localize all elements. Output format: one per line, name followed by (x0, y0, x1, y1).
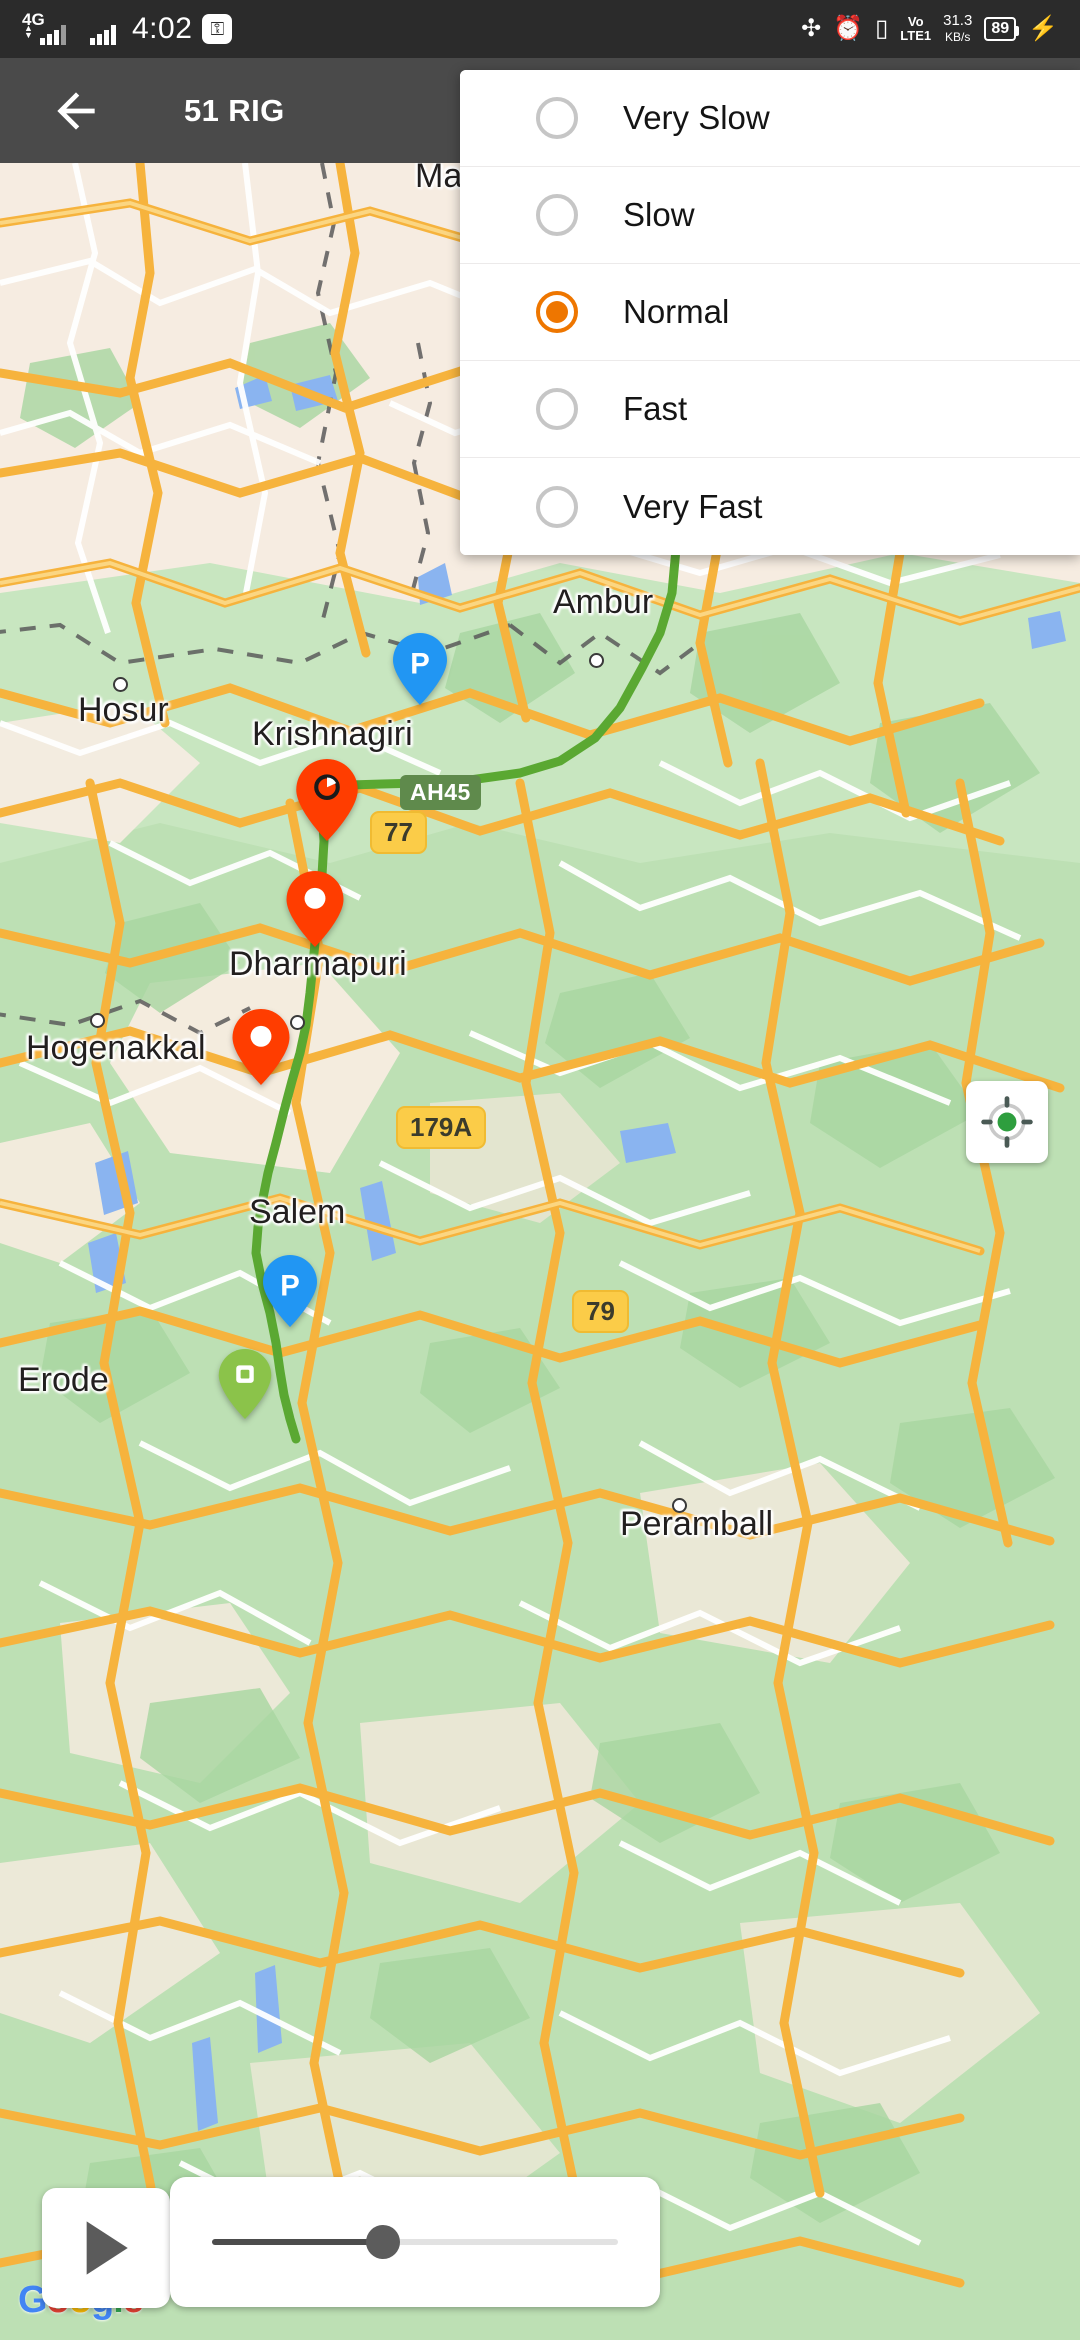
phone-screen: 4G ▲ ▼ 4:02 ⚿ ✣ ⏰ ▯ Vo LTE1 31.3 KB/s 89 ⚡ (0, 0, 1080, 2340)
seek-bar-panel[interactable] (170, 2177, 660, 2307)
radio-fast[interactable] (536, 388, 578, 430)
vibrate-icon: ▯ (875, 15, 889, 42)
my-location-button[interactable] (966, 1081, 1048, 1163)
menu-item-fast[interactable]: Fast (460, 361, 1080, 458)
city-dot-perambalur (672, 1498, 687, 1513)
menu-item-normal[interactable]: Normal (460, 264, 1080, 361)
city-dot-hosur (113, 677, 128, 692)
end-marker[interactable] (218, 1349, 272, 1419)
status-bar: 4G ▲ ▼ 4:02 ⚿ ✣ ⏰ ▯ Vo LTE1 31.3 KB/s 89 ⚡ (0, 0, 1080, 58)
city-dot-hogenakkal (90, 1013, 105, 1028)
radio-slow[interactable] (536, 194, 578, 236)
menu-item-slow[interactable]: Slow (460, 167, 1080, 264)
radio-very-fast[interactable] (536, 485, 578, 528)
vehicle-marker[interactable] (296, 759, 358, 841)
city-dot-ambur (589, 653, 604, 668)
volte-icon: Vo LTE1 (900, 14, 932, 43)
svg-text:P: P (410, 649, 430, 681)
radio-very-slow[interactable] (536, 97, 578, 139)
data-speed-indicator: 31.3 KB/s (943, 12, 973, 45)
parking-marker-krishnagiri[interactable]: P (392, 633, 448, 705)
stop-marker-1[interactable] (286, 871, 344, 947)
data-arrows-icon: ▲ ▼ (24, 23, 33, 40)
menu-label-very-fast: Very Fast (623, 487, 763, 525)
alarm-clock-icon: ⏰ (833, 15, 864, 42)
radio-normal[interactable] (536, 291, 578, 333)
seek-bar-fill (212, 2239, 383, 2245)
signal-bars-2-icon (90, 25, 116, 45)
status-bar-right: ✣ ⏰ ▯ Vo LTE1 31.3 KB/s 89 ⚡ (801, 13, 1058, 45)
menu-label-fast: Fast (623, 390, 688, 427)
bluetooth-icon: ✣ (801, 15, 822, 42)
menu-label-very-slow: Very Slow (623, 99, 770, 136)
highway-shield-77: 77 (370, 811, 427, 854)
menu-item-very-fast[interactable]: Very Fast (460, 458, 1080, 555)
city-dot-dharmapuri (290, 1015, 305, 1030)
play-triangle-icon (86, 2221, 128, 2275)
my-location-icon (981, 1096, 1033, 1148)
parking-marker-salem[interactable]: P (262, 1255, 318, 1327)
status-bar-left: 4G ▲ ▼ 4:02 ⚿ (22, 11, 233, 46)
status-clock: 4:02 (132, 12, 193, 45)
speed-selection-menu[interactable]: Very Slow Slow Normal Fast Very Fast (460, 70, 1080, 555)
sim1-signal-indicator: 4G ▲ ▼ (22, 11, 66, 45)
usb-settings-icon: ⚿ (202, 14, 233, 44)
seek-bar-thumb[interactable] (365, 2225, 400, 2259)
svg-text:P: P (280, 1271, 300, 1303)
highway-shield-179a: 179A (396, 1106, 487, 1149)
seek-bar-track[interactable] (212, 2225, 618, 2259)
page-title: 51 RIG (184, 92, 285, 128)
charging-bolt-icon: ⚡ (1028, 15, 1058, 42)
stop-marker-2[interactable] (232, 1009, 290, 1085)
highway-shield-79: 79 (572, 1290, 629, 1333)
back-arrow-icon[interactable] (48, 83, 104, 139)
menu-label-normal: Normal (623, 293, 730, 330)
battery-indicator: 89 (984, 17, 1019, 41)
menu-item-very-slow[interactable]: Very Slow (460, 70, 1080, 167)
sim2-signal-indicator (90, 13, 116, 45)
play-button[interactable] (42, 2188, 170, 2308)
highway-shield-ah45: AH45 (400, 775, 481, 810)
menu-label-slow: Slow (623, 196, 695, 233)
